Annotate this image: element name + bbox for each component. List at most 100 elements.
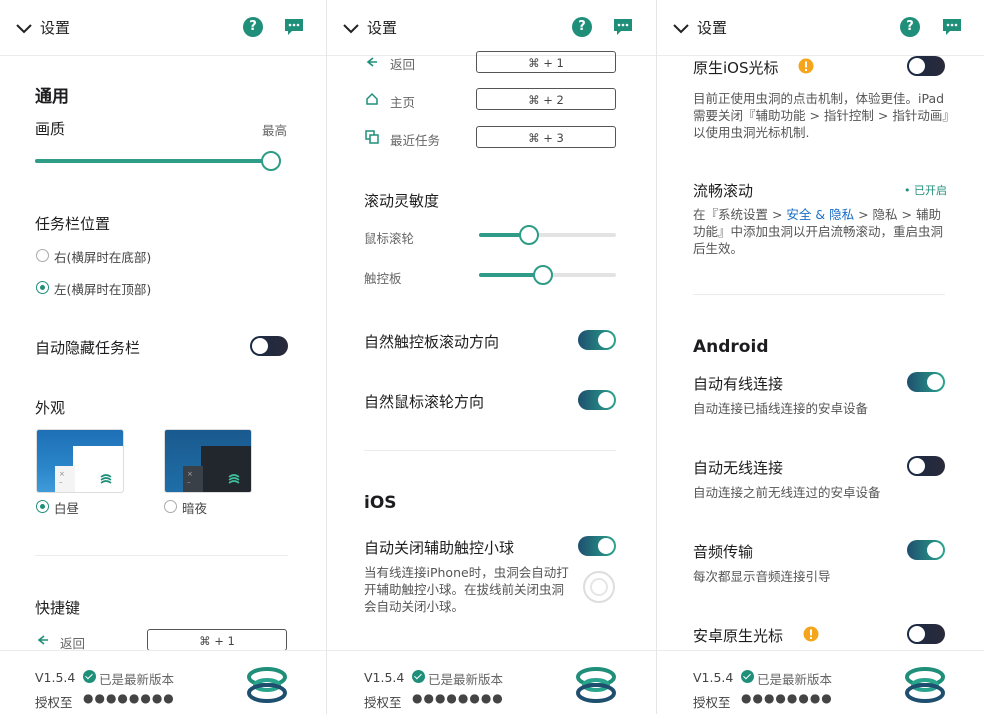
autohide-taskbar-label: 自动隐藏任务栏 (35, 339, 141, 357)
theme-dark-radio[interactable] (164, 500, 177, 513)
update-status: 已是最新版本 (99, 672, 175, 687)
chevron-down-icon[interactable] (14, 18, 34, 38)
audio-transfer-toggle[interactable] (907, 540, 945, 560)
quality-value: 最高 (262, 123, 288, 138)
back-icon (37, 635, 48, 645)
footer: V1.5.4 已是最新版本 授权至 ●●●●●●●● (327, 650, 656, 714)
version-text: V1.5.4 (35, 670, 76, 685)
mouse-wheel-slider-thumb[interactable] (519, 225, 539, 245)
taskbar-left-radio[interactable] (36, 281, 49, 294)
quality-slider-thumb[interactable] (261, 151, 281, 171)
android-cursor-toggle[interactable] (907, 624, 945, 644)
settings-panel-input: 设置 ? 返回 ⌘ + 1 主页 ⌘ + 2 最近任务 ⌘ + 3 滚动灵敏度 … (327, 0, 656, 714)
theme-light-label: 白昼 (54, 501, 80, 516)
theme-dark-label: 暗夜 (182, 501, 208, 516)
chat-icon[interactable] (284, 17, 304, 37)
help-icon[interactable]: ? (243, 17, 263, 37)
license-value: ●●●●●●●● (741, 691, 833, 705)
wormhole-logo-icon (905, 667, 945, 703)
chevron-down-icon[interactable] (671, 18, 691, 38)
taskbar-right-radio[interactable] (36, 249, 49, 262)
recent-tasks-icon (365, 130, 379, 144)
warning-icon (803, 626, 819, 642)
wireless-connect-label: 自动无线连接 (693, 459, 784, 477)
touchpad-label: 触控板 (364, 271, 402, 286)
assistive-touch-label: 自动关闭辅助触控小球 (364, 539, 515, 557)
smooth-scroll-description: 在『系统设置 > 安全 & 隐私 > 隐私 > 辅助功能』中添加虫洞以开启流畅滚… (693, 207, 944, 256)
natural-mouse-toggle[interactable] (578, 390, 616, 410)
wireless-connect-description: 自动连接之前无线连过的安卓设备 (693, 485, 881, 500)
chat-icon[interactable] (942, 17, 962, 37)
back-icon (366, 57, 377, 67)
license-label: 授权至 (693, 695, 731, 710)
help-icon[interactable]: ? (900, 17, 920, 37)
shortcut-home-key[interactable]: ⌘ + 2 (476, 88, 616, 110)
natural-touchpad-toggle[interactable] (578, 330, 616, 350)
chevron-down-icon[interactable] (341, 18, 361, 38)
shortcuts-title: 快捷键 (35, 599, 81, 617)
assistive-touch-toggle[interactable] (578, 536, 616, 556)
divider (35, 555, 288, 556)
license-value: ●●●●●●●● (412, 691, 504, 705)
natural-touchpad-label: 自然触控板滚动方向 (364, 333, 500, 351)
divider (693, 294, 945, 295)
shortcut-recent-key[interactable]: ⌘ + 3 (476, 126, 616, 148)
scroll-sensitivity-title: 滚动灵敏度 (364, 192, 440, 210)
native-ios-cursor-description: 目前正使用虫洞的点击机制，体验更佳。iPad需要关闭『辅助功能 > 指针控制 >… (693, 91, 949, 140)
wired-connect-toggle[interactable] (907, 372, 945, 392)
appearance-title: 外观 (35, 399, 66, 417)
panel-header: 设置 ? (327, 0, 656, 56)
wireless-connect-toggle[interactable] (907, 456, 945, 476)
footer: V1.5.4 已是最新版本 授权至 ●●●●●●●● (657, 650, 984, 714)
android-cursor-label: 安卓原生光标 (693, 627, 784, 645)
audio-transfer-label: 音频传输 (693, 543, 754, 561)
header-title: 设置 (40, 19, 71, 37)
shortcut-back-key[interactable]: ⌘ + 1 (147, 629, 287, 651)
version-text: V1.5.4 (693, 670, 734, 685)
audio-transfer-description: 每次都显示音频连接引导 (693, 569, 831, 584)
touchpad-slider-thumb[interactable] (533, 265, 553, 285)
settings-panel-general: 设置 ? 通用 画质 最高 任务栏位置 右(横屏时在底部) 左(横屏时在顶部) … (0, 0, 326, 714)
check-circle-icon (741, 670, 754, 683)
license-value: ●●●●●●●● (83, 691, 175, 705)
quality-slider[interactable] (35, 151, 281, 171)
touchpad-slider[interactable] (479, 265, 616, 285)
quality-slider-fill (35, 159, 279, 163)
chat-icon[interactable] (613, 17, 633, 37)
section-title-android: Android (693, 337, 769, 357)
wormhole-logo-icon (576, 667, 616, 703)
license-label: 授权至 (364, 695, 402, 710)
update-status: 已是最新版本 (428, 672, 504, 687)
security-privacy-link[interactable]: 安全 & 隐私 (786, 207, 854, 222)
help-icon[interactable]: ? (572, 17, 592, 37)
panel-header: 设置 ? (0, 0, 326, 56)
native-ios-cursor-toggle[interactable] (907, 56, 945, 76)
header-title: 设置 (697, 19, 728, 37)
update-status: 已是最新版本 (757, 672, 833, 687)
shortcut-back-label: 返回 (390, 57, 416, 72)
settings-panel-devices: 设置 ? 原生iOS光标 目前正使用虫洞的点击机制，体验更佳。iPad需要关闭『… (657, 0, 984, 714)
native-ios-cursor-label: 原生iOS光标 (693, 59, 779, 77)
autohide-taskbar-toggle[interactable] (250, 336, 288, 356)
wired-connect-label: 自动有线连接 (693, 375, 784, 393)
mouse-wheel-slider[interactable] (479, 225, 616, 245)
warning-icon (798, 58, 814, 74)
mouse-wheel-label: 鼠标滚轮 (364, 231, 415, 246)
theme-dark-preview[interactable]: × – (164, 429, 252, 493)
license-label: 授权至 (35, 695, 73, 710)
home-icon (366, 92, 378, 105)
theme-light-preview[interactable]: × – (36, 429, 124, 493)
shortcut-home-label: 主页 (390, 95, 416, 110)
assistive-touch-description: 当有线连接iPhone时，虫洞会自动打开辅助触控小球。在拔线前关闭虫洞会自动关闭… (364, 565, 569, 614)
divider (364, 450, 616, 451)
shortcut-back-key[interactable]: ⌘ + 1 (476, 51, 616, 73)
taskbar-right-label: 右(横屏时在底部) (54, 250, 152, 265)
version-text: V1.5.4 (364, 670, 405, 685)
assistive-touch-ball-icon (583, 571, 615, 603)
wormhole-logo-icon (247, 667, 287, 703)
section-title-ios: iOS (364, 493, 397, 513)
theme-light-radio[interactable] (36, 500, 49, 513)
shortcut-recent-label: 最近任务 (390, 133, 441, 148)
header-title: 设置 (367, 19, 398, 37)
panel-header: 设置 ? (657, 0, 984, 56)
